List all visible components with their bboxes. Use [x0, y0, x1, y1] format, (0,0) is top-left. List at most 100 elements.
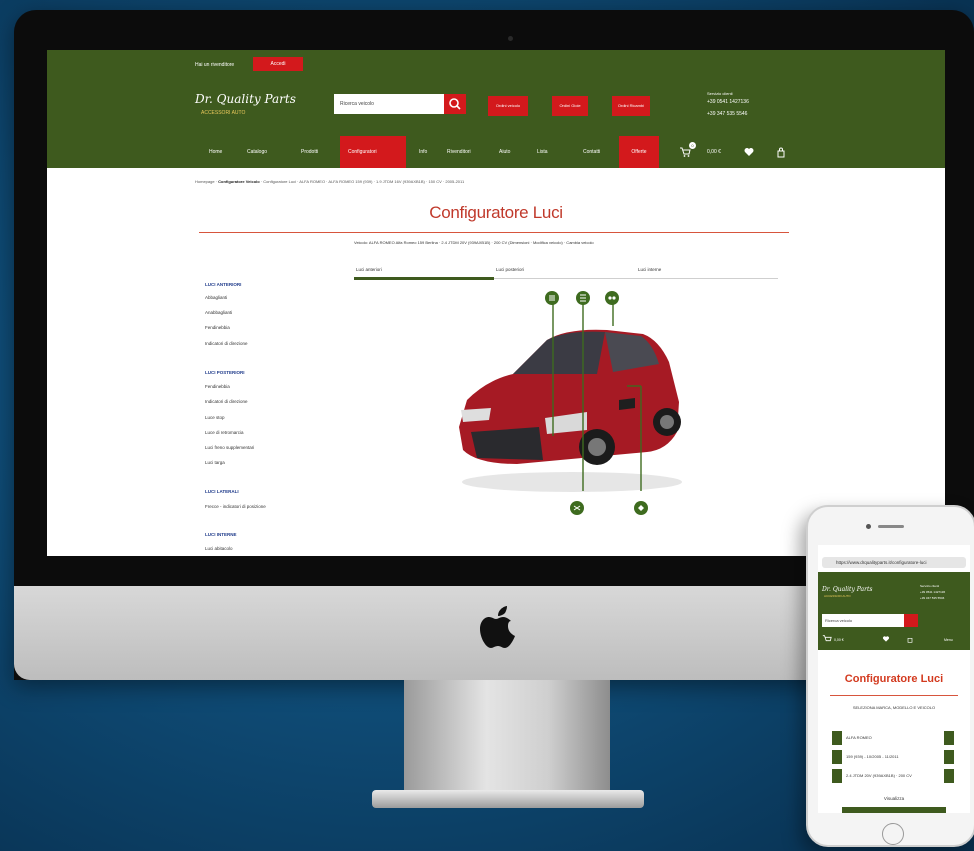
- hotspot-overlay: [552, 298, 642, 491]
- mobile-select-model[interactable]: 159 (939) - 10/2005 - 11/2011: [832, 750, 954, 764]
- mockup-scene: Hai un rivenditore Accedi Dr. Quality Pa…: [0, 0, 974, 851]
- sidebar-item[interactable]: Indicatori di direzione: [205, 399, 248, 404]
- breadcrumb-section[interactable]: Configuratore Veicolo: [218, 179, 260, 184]
- phone-camera: [866, 524, 871, 529]
- page-title: Configuratore Luci: [429, 203, 563, 222]
- mobile-page-title: Configuratore Luci: [844, 673, 944, 685]
- nav-offerte[interactable]: Offerte: [619, 136, 659, 168]
- mobile-menu-button[interactable]: Menu: [944, 638, 953, 642]
- hotspot-fog-light-icon[interactable]: [570, 501, 584, 515]
- mobile-contact-phone-2[interactable]: +39 347 535 5546: [920, 596, 944, 600]
- mobile-wishlist-icon[interactable]: [882, 635, 890, 643]
- nav-aiuto[interactable]: Aiuto: [499, 149, 510, 155]
- mobile-logo[interactable]: Dr. Quality Parts: [822, 586, 872, 593]
- dropdown-left-handle: [832, 769, 842, 783]
- mobile-status-bar: [818, 545, 970, 553]
- phone-mockup: https://www.drqualityparts.it/configurat…: [806, 505, 974, 847]
- mobile-search-input[interactable]: Ricerca veicolo: [822, 614, 904, 627]
- imac-stand-base: [372, 790, 644, 808]
- hotspot-position-light-icon[interactable]: [605, 291, 619, 305]
- mobile-cart-icon[interactable]: [822, 634, 832, 644]
- sidebar-item[interactable]: Luci targa: [205, 460, 225, 465]
- mobile-select-model-value: 159 (939) - 10/2005 - 11/2011: [846, 754, 899, 759]
- chevron-down-icon: [944, 750, 954, 764]
- sidebar-item[interactable]: Luci abitacolo: [205, 546, 233, 551]
- hotspot-high-beam-icon[interactable]: [576, 291, 590, 305]
- sidebar-item[interactable]: Fendinebbia: [205, 325, 230, 330]
- contact-phone-1[interactable]: +39 0541 1427136: [707, 99, 749, 105]
- desktop-screen: Hai un rivenditore Accedi Dr. Quality Pa…: [47, 50, 945, 556]
- mobile-url-bar[interactable]: https://www.drqualityparts.it/configurat…: [822, 557, 966, 568]
- mobile-select-vehicle[interactable]: 2.4 JTDM 20V (939AXB1B) · 200 CV: [832, 769, 954, 783]
- title-divider: [199, 232, 789, 233]
- tab-active-indicator: [354, 277, 494, 280]
- search-input[interactable]: Ricerca veicolo: [334, 94, 444, 114]
- header-button-1[interactable]: Ordini veicolo: [488, 96, 528, 116]
- hotspot-turn-signal-icon[interactable]: [634, 501, 648, 515]
- mobile-screen: https://www.drqualityparts.it/configurat…: [818, 545, 970, 813]
- sidebar-item[interactable]: Luci freno supplementari: [205, 445, 254, 450]
- wishlist-icon[interactable]: [743, 146, 755, 158]
- mobile-logo-subtitle: ACCESSORI AUTO: [824, 594, 851, 598]
- nav-lista[interactable]: Lista: [537, 149, 548, 155]
- main-nav: Home Catalogo Prodotti Info Rivenditori …: [47, 136, 945, 168]
- contact-label: Servizio clienti: [707, 91, 733, 96]
- nav-catalogo[interactable]: Catalogo: [247, 149, 267, 155]
- site-logo-subtitle: ACCESSORI AUTO: [201, 110, 246, 116]
- tab-luci-posteriori[interactable]: Luci posteriori: [496, 267, 524, 272]
- imac-stand-neck: [404, 680, 610, 792]
- header-button-2[interactable]: Ordini Gioie: [552, 96, 588, 116]
- breadcrumb-path: Configuratore Luci · ALFA ROMEO · ALFA R…: [263, 179, 465, 184]
- mobile-selection-text: SELEZIONA MARCA, MODELLO E VEICOLO: [852, 705, 936, 710]
- header-button-3[interactable]: Ordini Ricambi: [612, 96, 650, 116]
- mobile-filter-button[interactable]: [842, 807, 946, 813]
- tab-luci-anteriori[interactable]: Luci anteriori: [356, 267, 382, 272]
- mobile-select-brand-value: ALFA ROMEO: [846, 735, 872, 740]
- dropdown-left-handle: [832, 750, 842, 764]
- sidebar-item[interactable]: Luce stop: [205, 415, 225, 420]
- cart-total[interactable]: 0,00 €: [707, 149, 721, 155]
- nav-contatti[interactable]: Contatti: [583, 149, 600, 155]
- mobile-contact-label: Servizio clienti: [920, 584, 940, 588]
- mobile-title-divider: [830, 695, 958, 696]
- mobile-search-button[interactable]: [904, 614, 918, 627]
- nav-configuratori[interactable]: Configuratori: [340, 136, 406, 168]
- sidebar-item[interactable]: Luce di retromarcia: [205, 430, 244, 435]
- mobile-select-vehicle-value: 2.4 JTDM 20V (939AXB1B) · 200 CV: [846, 773, 912, 778]
- search-button[interactable]: [444, 94, 466, 114]
- sidebar-item[interactable]: Frecce - indicatori di posizione: [205, 504, 266, 509]
- search-icon: [449, 98, 461, 110]
- hotspot-low-beam-icon[interactable]: [545, 291, 559, 305]
- user-account-icon[interactable]: [775, 146, 787, 158]
- mobile-filter-label: Visualizza: [883, 796, 905, 801]
- topbar-label: Hai un rivenditore: [195, 62, 235, 68]
- chevron-down-icon: [944, 731, 954, 745]
- mobile-header: Dr. Quality Parts ACCESSORI AUTO Servizi…: [818, 572, 970, 650]
- nav-info[interactable]: Info: [419, 149, 427, 155]
- phone-home-button[interactable]: [882, 823, 904, 845]
- phone-speaker: [878, 525, 904, 528]
- sidebar-group-posteriori: LUCI POSTERIORI: [205, 370, 245, 375]
- mobile-cart-total[interactable]: 0,00 €: [834, 638, 844, 642]
- site-logo[interactable]: Dr. Quality Parts: [195, 92, 296, 106]
- tab-luci-interne[interactable]: Luci interne: [638, 267, 661, 272]
- dropdown-left-handle: [832, 731, 842, 745]
- vehicle-note: Veicolo: ALFA ROMEO Alfa Romeo 159 Berli…: [354, 240, 594, 245]
- login-button[interactable]: Accedi: [253, 57, 303, 71]
- imac-camera: [508, 36, 513, 41]
- nav-rivenditori[interactable]: Rivenditori: [447, 149, 471, 155]
- sidebar-item[interactable]: Anabbaglianti: [205, 310, 232, 315]
- cart-count-badge: 0: [689, 142, 696, 149]
- breadcrumb: Homepage · Configuratore Veicolo · Confi…: [195, 179, 465, 184]
- mobile-select-brand[interactable]: ALFA ROMEO: [832, 731, 954, 745]
- sidebar-item[interactable]: Indicatori di direzione: [205, 341, 248, 346]
- mobile-account-icon[interactable]: [906, 635, 914, 643]
- nav-prodotti[interactable]: Prodotti: [301, 149, 318, 155]
- mobile-contact-phone-1[interactable]: +39 0541 1427136: [920, 590, 945, 594]
- chevron-down-icon: [944, 769, 954, 783]
- contact-phone-2[interactable]: +39 347 535 5546: [707, 111, 747, 117]
- breadcrumb-home[interactable]: Homepage: [195, 179, 215, 184]
- nav-home[interactable]: Home: [209, 149, 222, 155]
- sidebar-item[interactable]: Fendinebbia: [205, 384, 230, 389]
- sidebar-item[interactable]: Abbaglianti: [205, 295, 227, 300]
